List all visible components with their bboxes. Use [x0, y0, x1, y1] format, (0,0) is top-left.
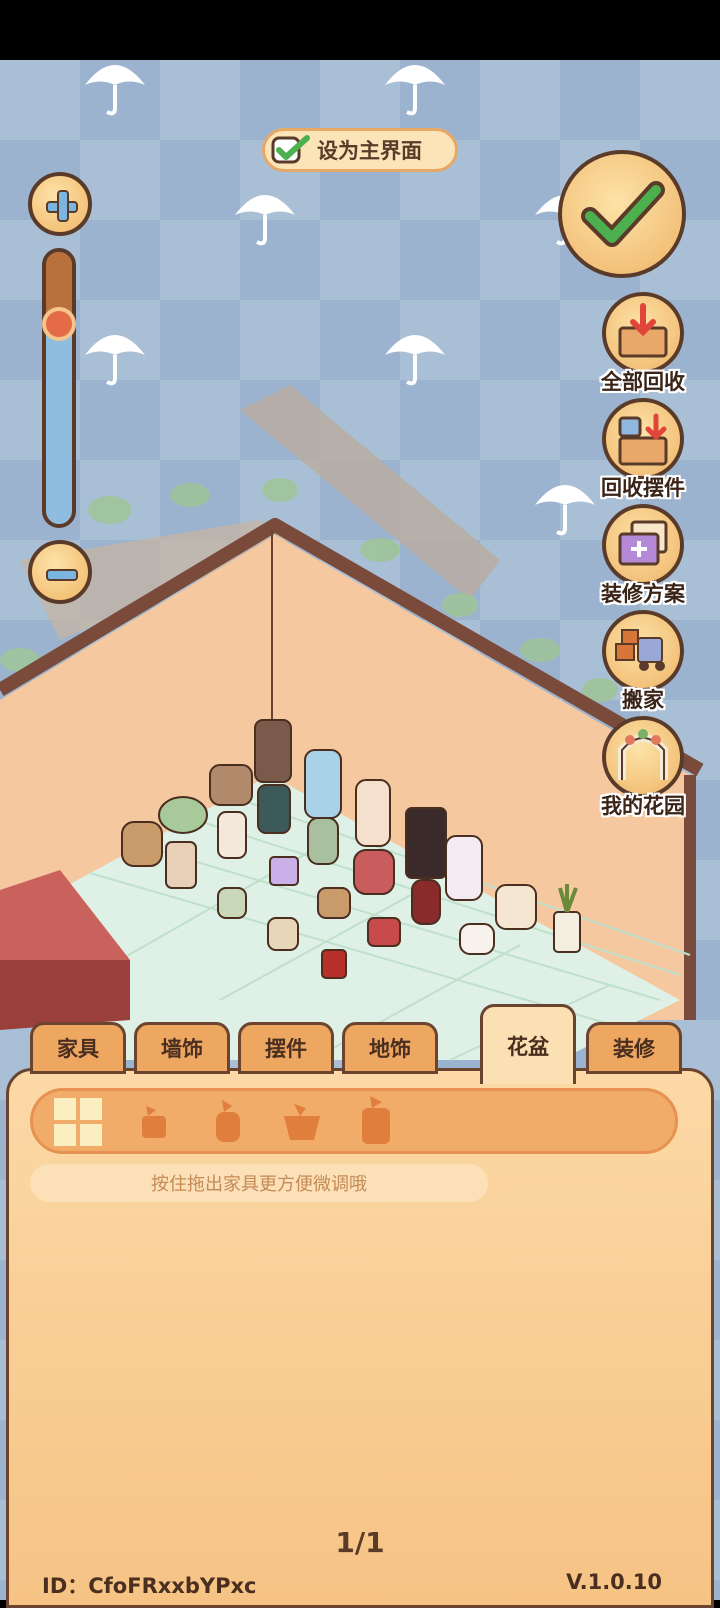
- small-pot-icon[interactable]: [126, 1094, 182, 1150]
- garden-arch-icon: [618, 729, 668, 780]
- zoom-out-button[interactable]: [28, 540, 92, 604]
- page-indicator: 1/1: [335, 1526, 385, 1559]
- tab-ornaments[interactable]: 摆件: [238, 1022, 334, 1074]
- box-mug-icon: [618, 413, 668, 466]
- checkmark-icon: [581, 181, 665, 247]
- wide-pot-icon[interactable]: [274, 1094, 330, 1150]
- recycle-decor-button[interactable]: [602, 398, 684, 480]
- version-label: V.1.0.10: [566, 1570, 662, 1594]
- all-grid-icon[interactable]: [50, 1094, 106, 1150]
- player-id: ID：CfoFRxxbYPxc: [42, 1574, 257, 1598]
- tab-flower-pots[interactable]: 花盆: [480, 1004, 576, 1084]
- set-main-screen-label: 设为主界面: [317, 139, 422, 163]
- set-main-screen-toggle[interactable]: 设为主界面: [262, 128, 458, 172]
- plan-cards-icon: [618, 520, 668, 566]
- minus-icon: [46, 569, 78, 581]
- jar-pot-icon[interactable]: [348, 1094, 404, 1150]
- tab-renovation[interactable]: 装修: [586, 1022, 682, 1074]
- zoom-slider[interactable]: [42, 248, 76, 528]
- tab-furniture[interactable]: 家具: [30, 1022, 126, 1074]
- recycle-decor-label: 回收摆件: [601, 476, 685, 500]
- confirm-button[interactable]: [558, 150, 686, 278]
- box-down-arrow-icon: [618, 303, 668, 358]
- tab-floor-decor[interactable]: 地饰: [342, 1022, 438, 1074]
- recycle-all-label: 全部回收: [601, 370, 685, 394]
- drag-hint: 按住拖出家具更方便微调哦: [30, 1164, 488, 1202]
- recycle-all-button[interactable]: [602, 292, 684, 374]
- move-house-button[interactable]: [602, 610, 684, 692]
- decor-plan-button[interactable]: [602, 504, 684, 586]
- moving-truck-icon: [615, 629, 665, 671]
- decor-plan-label: 装修方案: [601, 582, 685, 606]
- tab-wall-decor[interactable]: 墙饰: [134, 1022, 230, 1074]
- zoom-slider-handle[interactable]: [42, 306, 76, 341]
- tall-pot-icon[interactable]: [200, 1094, 256, 1150]
- zoom-in-button[interactable]: [28, 172, 92, 236]
- my-garden-label: 我的花园: [601, 794, 685, 818]
- checkbox-checked-icon: [271, 135, 310, 164]
- my-garden-button[interactable]: [602, 716, 684, 798]
- move-house-label: 搬家: [622, 688, 664, 712]
